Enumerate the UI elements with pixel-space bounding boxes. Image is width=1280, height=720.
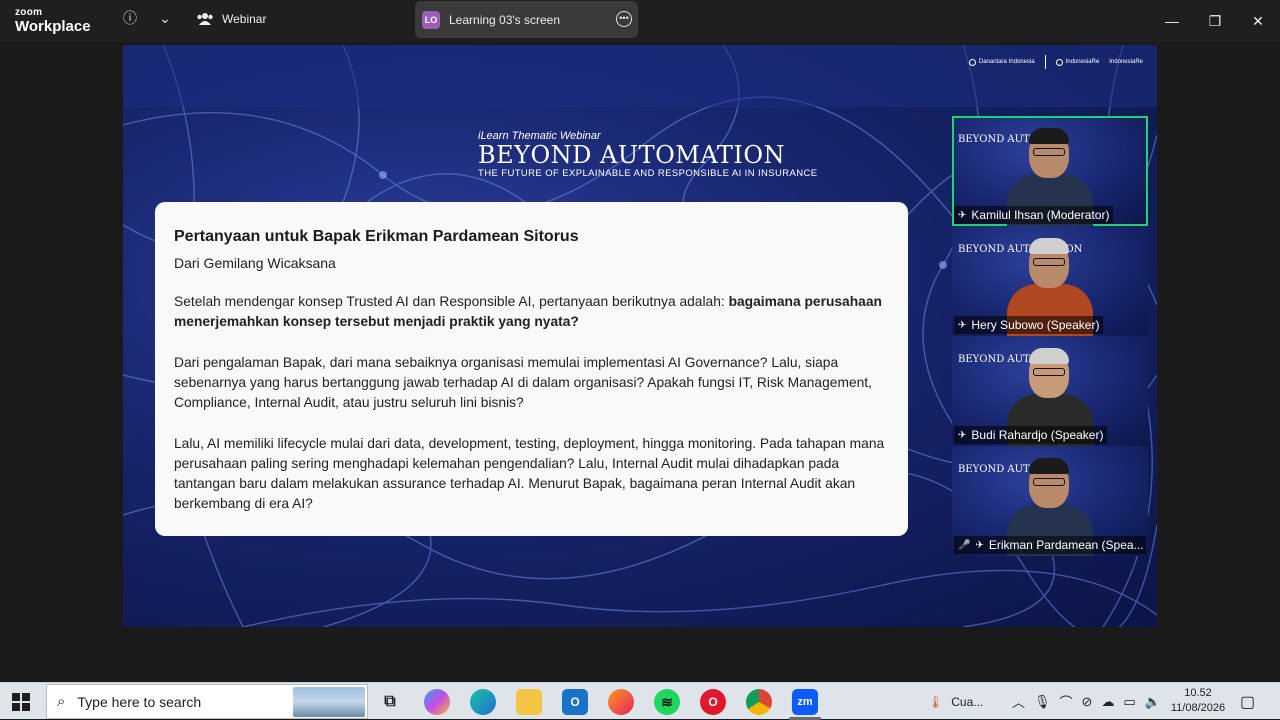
task-view-icon[interactable]: ⧉ <box>377 689 403 715</box>
edge-icon[interactable] <box>470 689 496 715</box>
volume-icon[interactable]: 🔈 <box>1145 694 1161 710</box>
system-tray: ︿ 🎙 ⌒ ⊘ ☁ ▭ 🔈 <box>1012 683 1161 720</box>
notifications-icon[interactable]: ▢ <box>1240 683 1255 720</box>
zoom-title-bar: zoom Workplace ⓘ ⌄ Webinar LO Learning 0… <box>0 0 1280 42</box>
webinar-indicator[interactable]: Webinar <box>196 12 266 26</box>
screen-share-indicator[interactable]: LO Learning 03's screen ••• <box>415 1 638 38</box>
meeting-stage: Danantara Indonesia IndonesiaRe Indonesi… <box>0 42 1280 682</box>
cloud-icon[interactable]: ☁ <box>1101 694 1114 710</box>
taskbar-search[interactable]: ⌕ Type here to search <box>46 684 368 719</box>
chevron-up-icon[interactable]: ︿ <box>1012 692 1025 711</box>
logo-divider <box>1044 55 1046 69</box>
indonesiare-logo: IndonesiaRe <box>1055 58 1099 66</box>
question-paragraph-2: Dari pengalaman Bapak, dari mana sebaikn… <box>174 355 872 410</box>
participant-tile[interactable]: BEYOND AUTOMATION ✈ Hery Subowo (Speaker… <box>952 226 1148 336</box>
microphone-icon[interactable]: 🎙 <box>1034 694 1051 710</box>
minimize-button[interactable]: — <box>1162 11 1182 31</box>
network-off-icon[interactable]: ⊘ <box>1082 694 1093 710</box>
search-placeholder: Type here to search <box>77 693 202 710</box>
sharer-avatar: LO <box>422 10 440 29</box>
slide-title: BEYOND AUTOMATION <box>478 141 786 169</box>
people-icon <box>197 13 213 25</box>
mic-muted-icon: 🎤 <box>958 539 971 551</box>
windows-taskbar: ⌕ Type here to search ⧉ O ≋ O zm 🌡 Cua..… <box>0 682 1280 720</box>
participant-name-label: ✈ Budi Rahardjo (Speaker) <box>954 426 1108 444</box>
participant-name-label: ✈ Kamilul Ihsan (Moderator) <box>954 206 1114 224</box>
search-icon: ⌕ <box>57 693 66 710</box>
webinar-label: Webinar <box>222 12 267 26</box>
firefox-icon[interactable] <box>608 689 634 715</box>
question-from: Dari Gemilang Wicaksana <box>174 255 336 271</box>
start-button[interactable] <box>12 693 30 711</box>
participant-tile[interactable]: BEYOND AUTOM 🎤 ✈ Erikman Pardamean (Spea… <box>952 446 1148 556</box>
weather-icon: 🌡 <box>928 694 944 709</box>
clock-time: 10.52 <box>1184 687 1212 699</box>
danantara-logo: Danantara Indonesia <box>968 58 1035 66</box>
participant-tile[interactable]: BEYOND AUTOM ✈ Kamilul Ihsan (Moderator) <box>952 116 1148 226</box>
zoom-workplace-logo: zoom Workplace <box>15 7 91 35</box>
sponsor-logos: Danantara Indonesia IndonesiaRe Indonesi… <box>968 55 1143 69</box>
participant-tile[interactable]: BEYOND AUTOMATI ✈ Budi Rahardjo (Speaker… <box>952 336 1148 446</box>
chevron-down-icon[interactable]: ⌄ <box>157 10 173 26</box>
logo-small-text: zoom <box>15 7 43 18</box>
participant-name-label: 🎤 ✈ Erikman Pardamean (Spea... <box>954 536 1146 554</box>
opera-icon[interactable]: O <box>700 689 726 715</box>
pin-icon: ✈ <box>975 539 984 551</box>
more-options-icon[interactable]: ••• <box>616 11 632 27</box>
file-explorer-icon[interactable] <box>516 689 542 715</box>
pin-icon: ✈ <box>958 429 967 441</box>
close-button[interactable]: ✕ <box>1248 11 1268 31</box>
question-paragraph-3: Lalu, AI memiliki lifecycle mulai dari d… <box>174 436 885 511</box>
spotify-icon[interactable]: ≋ <box>654 689 680 715</box>
restore-button[interactable]: ❐ <box>1205 11 1225 31</box>
zoom-app-icon[interactable]: zm <box>792 689 818 715</box>
clock-date: 11/08/2026 <box>1170 702 1226 714</box>
battery-icon[interactable]: ▭ <box>1123 694 1135 710</box>
logo-big-text: Workplace <box>15 18 91 35</box>
info-icon[interactable]: ⓘ <box>122 10 138 26</box>
pin-icon: ✈ <box>958 319 967 331</box>
chrome-icon[interactable] <box>746 689 772 715</box>
search-highlight-image <box>293 687 365 717</box>
question-card: Pertanyaan untuk Bapak Erikman Pardamean… <box>155 202 908 536</box>
indonesiare-alt-logo: IndonesiaRe <box>1109 59 1143 65</box>
question-paragraph-1: Setelah mendengar konsep Trusted AI dan … <box>174 294 882 329</box>
slide-tagline: THE FUTURE OF EXPLAINABLE AND RESPONSIBL… <box>478 168 818 179</box>
pin-icon: ✈ <box>958 209 967 221</box>
taskbar-clock[interactable]: 10.52 11/08/2026 <box>1170 686 1226 716</box>
slide-heading: iLearn Thematic Webinar BEYOND AUTOMATIO… <box>478 130 818 179</box>
copilot-icon[interactable] <box>424 689 450 715</box>
outlook-icon[interactable]: O <box>562 689 588 715</box>
share-label: Learning 03's screen <box>449 12 561 27</box>
wifi-icon[interactable]: ⌒ <box>1060 692 1073 711</box>
weather-widget[interactable]: 🌡 Cua... <box>928 683 983 720</box>
question-title: Pertanyaan untuk Bapak Erikman Pardamean… <box>174 228 579 245</box>
participant-name-label: ✈ Hery Subowo (Speaker) <box>954 316 1104 334</box>
